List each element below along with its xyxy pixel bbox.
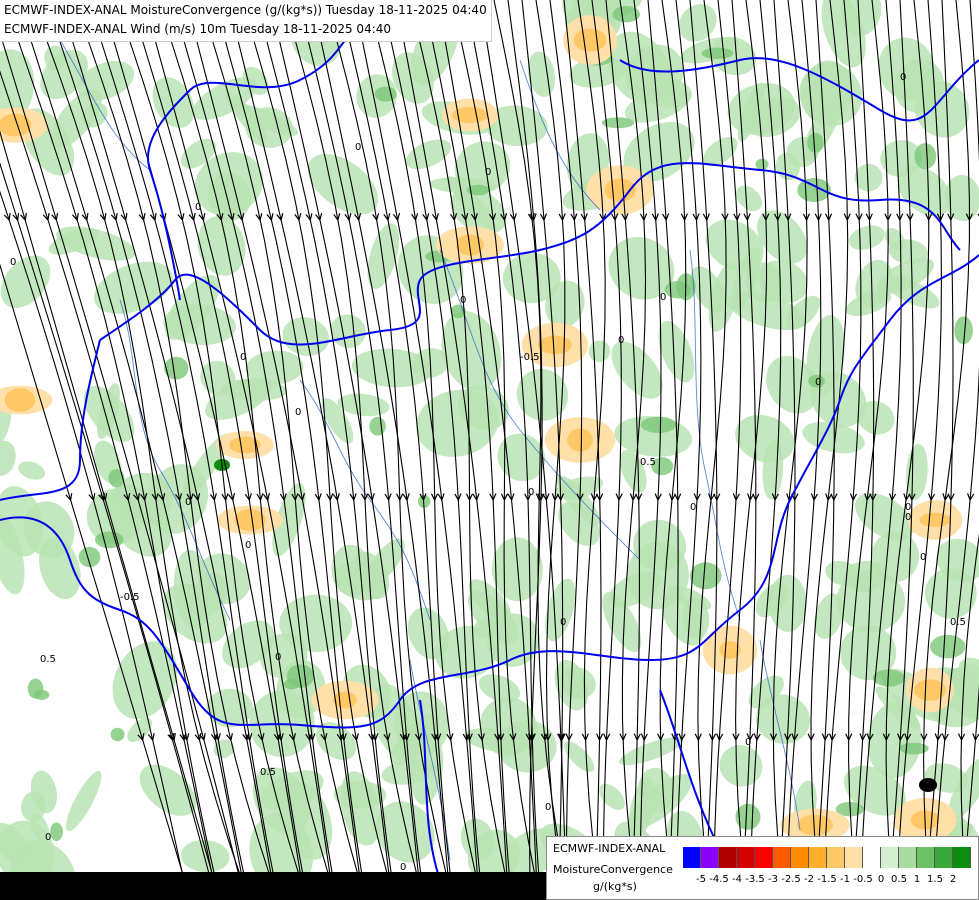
contour-label: 0 — [900, 72, 906, 83]
contour-label: 0.5 — [950, 617, 966, 628]
legend-swatch — [827, 847, 845, 868]
contour-label: 0 — [245, 540, 251, 551]
legend-tick-label: 2 — [949, 874, 957, 885]
contour-label: 0 — [745, 737, 751, 748]
strong-convergence-area — [797, 177, 831, 203]
contour-label: 0 — [545, 802, 551, 813]
color-legend: ECMWF-INDEX-ANAL MoistureConvergence g/(… — [546, 836, 979, 900]
legend-tick-label: -1 — [840, 874, 850, 885]
strong-divergence-area — [797, 814, 833, 836]
strong-convergence-area — [94, 531, 124, 549]
legend-tick-label: 1.5 — [927, 874, 943, 885]
strong-convergence-area — [807, 132, 824, 153]
strong-convergence-area — [640, 416, 677, 433]
legend-tick-label: -2.5 — [781, 874, 801, 885]
legend-swatch — [845, 847, 863, 868]
strong-convergence-area — [369, 416, 386, 436]
strong-convergence-area — [33, 689, 50, 701]
contour-label: 0.5 — [40, 654, 56, 665]
strong-convergence-area — [110, 727, 125, 742]
contour-label: 0 — [10, 257, 16, 268]
contour-label: 0 — [45, 832, 51, 843]
strong-convergence-area — [108, 468, 125, 488]
contour-label: 0 — [905, 502, 911, 513]
legend-swatch — [953, 847, 971, 868]
legend-tick-label: 0 — [877, 874, 885, 885]
strong-convergence-area — [664, 280, 691, 299]
legend-swatch — [809, 847, 827, 868]
map-figure: 0.5 0 0 0 0 -0.5 0 0 0 0 0 0 -0.5 0 0.5 0 0.5 0 0 0 0 0 0 0 0 0 0 0… — [0, 0, 979, 900]
contour-label: -0.5 — [120, 592, 140, 603]
strong-convergence-area — [374, 86, 397, 102]
legend-tick-label: 0.5 — [891, 874, 907, 885]
contour-label: -0.5 — [520, 352, 540, 363]
contour-label: 0 — [355, 142, 361, 153]
contour-label: 0 — [275, 652, 281, 663]
legend-swatch — [683, 847, 701, 868]
contour-label: 0 — [460, 295, 466, 306]
legend-swatch — [791, 847, 809, 868]
strong-divergence-area — [538, 335, 572, 355]
contour-label: 0 — [660, 292, 666, 303]
strong-divergence-area — [573, 28, 607, 52]
legend-parameter-name: MoistureConvergence — [553, 863, 673, 876]
legend-swatch — [935, 847, 953, 868]
title-moisture-convergence: ECMWF-INDEX-ANAL MoistureConvergence (g/… — [4, 3, 487, 17]
contour-label: 0 — [815, 377, 821, 388]
legend-swatch — [881, 847, 899, 868]
contour-label: 0 — [618, 335, 624, 346]
contour-label: 0 — [690, 502, 696, 513]
contour-label: 0 — [185, 497, 191, 508]
strong-convergence-area — [914, 143, 937, 170]
legend-tick-label: 1 — [913, 874, 921, 885]
bottom-black-strip — [0, 872, 546, 900]
legend-swatch — [755, 847, 773, 868]
contour-label: 0.5 — [640, 457, 656, 468]
legend-unit: g/(kg*s) — [593, 880, 637, 893]
strong-convergence-area — [755, 158, 769, 170]
legend-swatch — [773, 847, 791, 868]
legend-swatch — [701, 847, 719, 868]
legend-tick-label: -4 — [732, 874, 742, 885]
contour-label: 0 — [485, 167, 491, 178]
legend-tick-label: -1.5 — [817, 874, 837, 885]
legend-color-scale — [683, 847, 971, 868]
contour-label: 0 — [920, 552, 926, 563]
legend-tick-label: -0.5 — [853, 874, 873, 885]
contour-label: 0 — [295, 407, 301, 418]
title-wind-10m: ECMWF-INDEX-ANAL Wind (m/s) 10m Tuesday … — [4, 22, 392, 36]
strong-divergence-area — [0, 113, 32, 137]
legend-swatch — [719, 847, 737, 868]
moisture-convergence-map: 0.50000-0.5000000-0.500.500.500000000000… — [0, 0, 979, 900]
strong-convergence-area — [50, 822, 63, 842]
contour-label: 0 — [195, 202, 201, 213]
legend-tick-label: -2 — [804, 874, 814, 885]
strong-divergence-area — [919, 512, 951, 528]
legend-tick-label: -3 — [768, 874, 778, 885]
legend-tick-label: -3.5 — [745, 874, 765, 885]
map-title-box: ECMWF-INDEX-ANAL MoistureConvergence (g/… — [0, 0, 492, 42]
legend-swatch — [863, 847, 881, 868]
strong-convergence-area — [283, 678, 300, 690]
contour-label: 0 — [528, 487, 534, 498]
contour-label: 0 — [905, 512, 911, 523]
contour-label: 0 — [240, 352, 246, 363]
legend-tick-label: -5 — [696, 874, 706, 885]
contour-label: 0 — [560, 617, 566, 628]
strong-convergence-area — [701, 47, 734, 59]
strong-convergence-area — [930, 634, 966, 659]
legend-swatch — [737, 847, 755, 868]
legend-model-name: ECMWF-INDEX-ANAL — [553, 842, 666, 855]
strong-divergence-area — [567, 428, 593, 452]
contour-label: 0.5 — [260, 767, 276, 778]
legend-swatch — [917, 847, 935, 868]
legend-tick-label: -4.5 — [709, 874, 729, 885]
legend-tick-labels: -5 -4.5 -4 -3.5 -3 -2.5 -2 -1.5 -1 -0.5 0 0.5 1 1.5 2 — [683, 874, 973, 888]
legend-swatch — [899, 847, 917, 868]
strong-divergence-area — [4, 388, 36, 412]
